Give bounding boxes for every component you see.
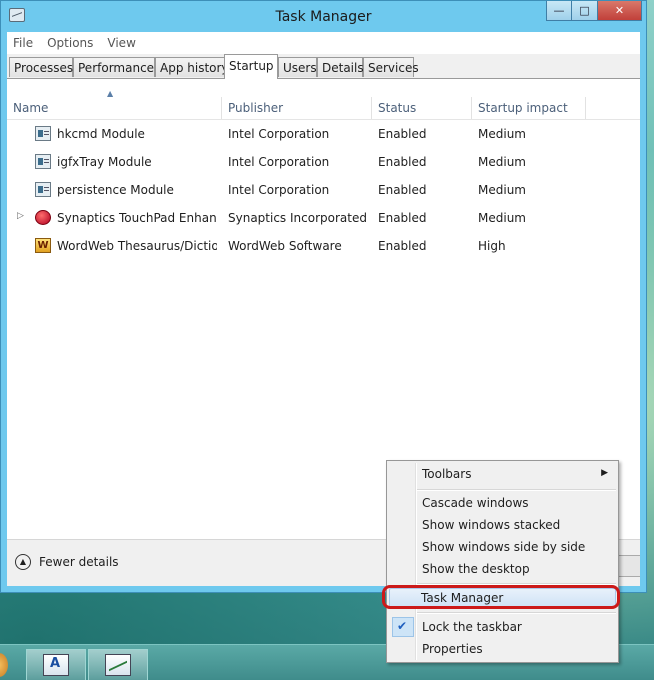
row-publisher: Intel Corporation [228, 127, 330, 141]
menu-separator [417, 489, 616, 491]
column-status[interactable]: Status [378, 101, 416, 115]
fewer-details-link[interactable]: Fewer details [39, 555, 119, 569]
tab-startup[interactable]: Startup [224, 54, 278, 79]
table-row[interactable]: hkcmd Module Intel Corporation Enabled M… [7, 120, 640, 148]
tab-details[interactable]: Details [317, 57, 364, 77]
row-impact: Medium [478, 155, 526, 169]
module-icon [35, 126, 51, 141]
row-impact: Medium [478, 211, 526, 225]
row-name: hkcmd Module [57, 127, 145, 141]
wordpad-icon [43, 654, 69, 676]
chevron-up-circle-icon[interactable]: ▲ [15, 554, 31, 570]
taskbar-context-menu: Toolbars ▶ Cascade windows Show windows … [386, 460, 619, 663]
tab-processes[interactable]: Processes [9, 57, 73, 77]
wordweb-icon: W [35, 238, 51, 253]
row-publisher: Intel Corporation [228, 155, 330, 169]
table-row[interactable]: igfxTray Module Intel Corporation Enable… [7, 148, 640, 176]
row-name: igfxTray Module [57, 155, 152, 169]
column-publisher[interactable]: Publisher [228, 101, 283, 115]
menu-item-cascade-windows[interactable]: Cascade windows [389, 493, 616, 513]
table-header: ▲ Name Publisher Status Startup impact [7, 79, 640, 120]
menu-item-label: Toolbars [422, 467, 472, 481]
row-name: WordWeb Thesaurus/Dictio... [57, 239, 217, 253]
menu-item-label: Lock the taskbar [422, 620, 522, 634]
row-name: Synaptics TouchPad Enhanc... [57, 211, 217, 225]
module-icon [35, 154, 51, 169]
menu-item-show-the-desktop[interactable]: Show the desktop [389, 559, 616, 579]
close-button[interactable]: ✕ [598, 1, 642, 21]
menu-item-toolbars[interactable]: Toolbars ▶ [389, 464, 616, 484]
row-impact: High [478, 239, 506, 253]
module-icon [35, 182, 51, 197]
checkmark-icon: ✔ [397, 619, 408, 633]
row-impact: Medium [478, 183, 526, 197]
row-publisher: Intel Corporation [228, 183, 330, 197]
column-divider[interactable] [585, 97, 586, 119]
menu-item-label: Show the desktop [422, 562, 530, 576]
menu-item-label: Show windows side by side [422, 540, 586, 554]
startup-table: ▲ Name Publisher Status Startup impact h… [7, 79, 640, 260]
task-manager-icon [105, 654, 131, 676]
menu-item-label: Show windows stacked [422, 518, 561, 532]
column-divider[interactable] [471, 97, 472, 119]
row-impact: Medium [478, 127, 526, 141]
table-row[interactable]: W WordWeb Thesaurus/Dictio... WordWeb So… [7, 232, 640, 260]
menu-item-show-windows-side-by-side[interactable]: Show windows side by side [389, 537, 616, 557]
menu-item-label: Cascade windows [422, 496, 529, 510]
maximize-button[interactable]: □ [572, 1, 598, 21]
start-button[interactable] [0, 653, 8, 677]
synaptics-icon [35, 210, 51, 225]
column-divider[interactable] [371, 97, 372, 119]
maximize-icon: □ [579, 4, 590, 17]
row-status: Enabled [378, 183, 427, 197]
row-publisher: Synaptics Incorporated [228, 211, 367, 225]
menu-item-label: Properties [422, 642, 483, 656]
menu-item-show-windows-stacked[interactable]: Show windows stacked [389, 515, 616, 535]
row-status: Enabled [378, 127, 427, 141]
table-row[interactable]: persistence Module Intel Corporation Ena… [7, 176, 640, 204]
row-status: Enabled [378, 239, 427, 253]
highlight-annotation-ring [382, 585, 620, 609]
menu-separator [417, 612, 616, 614]
tab-app-history[interactable]: App history [155, 57, 229, 77]
tab-services[interactable]: Services [363, 57, 419, 77]
column-name[interactable]: Name [13, 101, 48, 115]
menu-item-lock-the-taskbar[interactable]: ✔ Lock the taskbar [389, 617, 616, 637]
taskbar-button-task-manager[interactable] [88, 649, 148, 680]
taskbar-button-wordpad[interactable] [26, 649, 86, 680]
table-row[interactable]: ▷ Synaptics TouchPad Enhanc... Synaptics… [7, 204, 640, 232]
caption-buttons: — □ ✕ [546, 1, 642, 21]
expand-chevron-icon[interactable]: ▷ [17, 211, 24, 221]
tab-performance[interactable]: Performance [73, 57, 155, 77]
row-name: persistence Module [57, 183, 174, 197]
row-publisher: WordWeb Software [228, 239, 342, 253]
minimize-icon: — [553, 4, 565, 17]
row-status: Enabled [378, 211, 427, 225]
menu-view[interactable]: View [107, 36, 135, 50]
column-startup-impact[interactable]: Startup impact [478, 101, 568, 115]
column-divider[interactable] [221, 97, 222, 119]
menu-options[interactable]: Options [47, 36, 93, 50]
tab-users[interactable]: Users [278, 57, 317, 77]
menu-file[interactable]: File [13, 36, 33, 50]
sort-ascending-icon: ▲ [107, 89, 114, 98]
title-bar[interactable]: Task Manager — □ ✕ [1, 1, 646, 32]
menu-bar: File Options View [7, 32, 640, 53]
row-status: Enabled [378, 155, 427, 169]
tab-bar: Processes Performance App history Startu… [7, 54, 640, 79]
close-icon: ✕ [614, 4, 625, 17]
minimize-button[interactable]: — [546, 1, 572, 21]
menu-item-properties[interactable]: Properties [389, 639, 616, 659]
submenu-arrow-icon: ▶ [601, 468, 608, 478]
